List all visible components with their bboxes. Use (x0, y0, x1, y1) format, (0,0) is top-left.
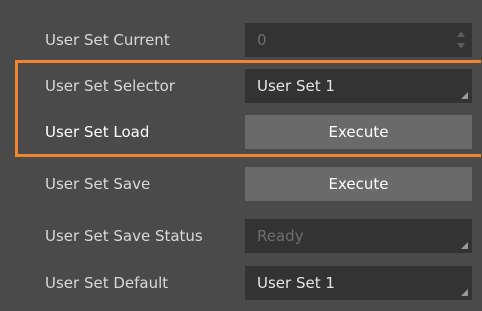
user-set-default-label: User Set Default (45, 274, 169, 292)
user-set-save-status-label: User Set Save Status (45, 227, 203, 245)
user-set-save-row: User Set Save Execute (0, 162, 482, 206)
user-set-default-row: User Set Default User Set 1 (0, 261, 482, 305)
user-set-save-label: User Set Save (45, 175, 151, 193)
user-set-current-row: User Set Current 0 (0, 18, 482, 62)
user-set-load-execute-button[interactable]: Execute (245, 115, 472, 149)
user-set-current-label: User Set Current (45, 31, 170, 49)
spin-arrows-icon[interactable] (457, 29, 466, 51)
user-set-default-value: User Set 1 (257, 274, 335, 292)
user-set-selector-label: User Set Selector (45, 77, 175, 95)
user-set-current-input[interactable]: 0 (245, 23, 472, 57)
dropdown-corner-icon (461, 242, 468, 249)
spin-down-icon[interactable] (457, 43, 465, 49)
user-set-save-status-field: Ready (245, 219, 472, 253)
spin-up-icon[interactable] (457, 31, 465, 37)
user-set-load-row: User Set Load Execute (0, 110, 482, 154)
user-set-save-status-value: Ready (257, 227, 304, 245)
dropdown-corner-icon (461, 289, 468, 296)
user-set-save-execute-button[interactable]: Execute (245, 167, 472, 201)
user-set-load-label: User Set Load (45, 123, 150, 141)
user-set-selector-dropdown[interactable]: User Set 1 (245, 69, 472, 103)
user-set-panel: User Set Current 0 User Set Selector Use… (0, 0, 482, 311)
user-set-save-status-row: User Set Save Status Ready (0, 214, 482, 258)
user-set-selector-row: User Set Selector User Set 1 (0, 64, 482, 108)
dropdown-corner-icon (461, 92, 468, 99)
user-set-default-dropdown[interactable]: User Set 1 (245, 266, 472, 300)
user-set-selector-value: User Set 1 (257, 77, 335, 95)
user-set-current-value: 0 (257, 31, 267, 49)
